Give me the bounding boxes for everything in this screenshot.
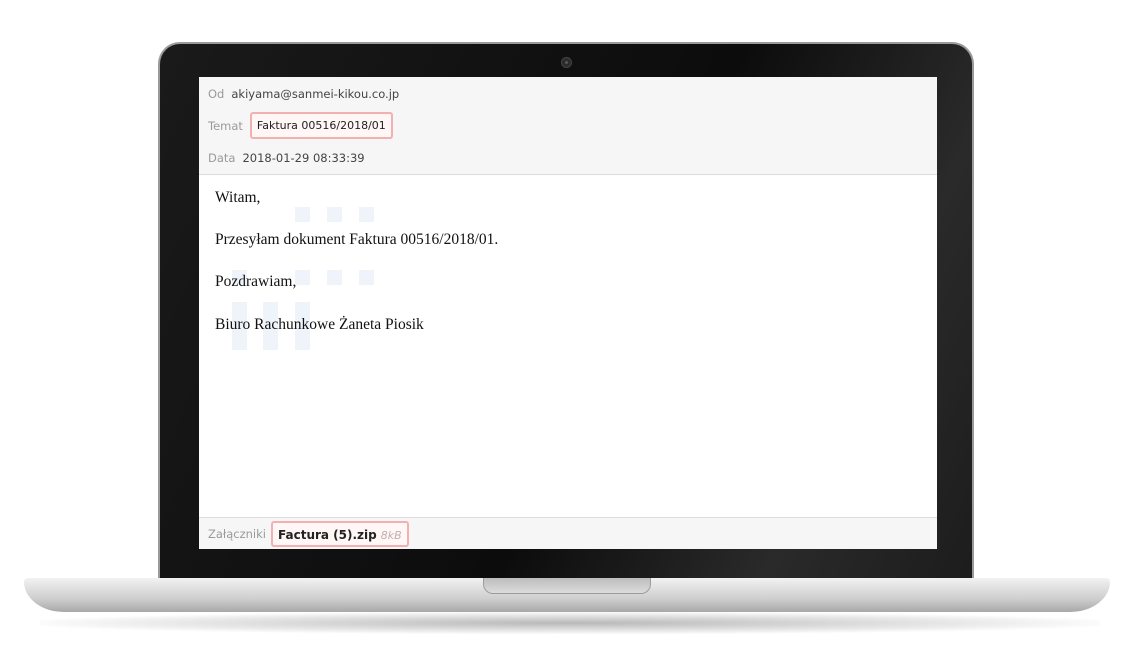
ghost-tile xyxy=(327,270,342,285)
from-address[interactable]: akiyama@sanmei-kikou.co.jp xyxy=(231,87,399,101)
subject-label: Temat xyxy=(208,118,243,133)
subject-row: Temat Faktura 00516/2018/01 xyxy=(208,112,393,139)
body-greeting: Witam, xyxy=(215,189,261,206)
body-closing: Pozdrawiam, xyxy=(215,273,297,290)
body-signature: Biuro Rachunkowe Żaneta Piosik xyxy=(215,316,424,333)
laptop-shadow xyxy=(40,612,1100,634)
ghost-tile xyxy=(295,207,310,222)
laptop-notch xyxy=(483,578,651,594)
from-label: Od xyxy=(208,87,225,101)
from-row: Od akiyama@sanmei-kikou.co.jp xyxy=(208,87,399,101)
body-line: Przesyłam dokument Faktura 00516/2018/01… xyxy=(215,231,499,248)
attachment-size: 8kB xyxy=(380,528,402,542)
ghost-tile xyxy=(295,270,310,285)
attachments-bar: Załączniki Factura (5).zip 8kB xyxy=(199,517,937,549)
email-viewer: Od akiyama@sanmei-kikou.co.jp Temat Fakt… xyxy=(199,77,937,549)
webcam-icon xyxy=(561,57,572,68)
date-label: Data xyxy=(208,151,236,165)
email-header: Od akiyama@sanmei-kikou.co.jp Temat Fakt… xyxy=(199,77,937,175)
date-value: 2018-01-29 08:33:39 xyxy=(242,151,365,165)
attachment-chip[interactable]: Factura (5).zip 8kB xyxy=(271,521,409,547)
ghost-tile xyxy=(359,207,374,222)
subject-value: Faktura 00516/2018/01 xyxy=(249,112,393,139)
attachment-name[interactable]: Factura (5).zip xyxy=(278,528,377,542)
date-row: Data 2018-01-29 08:33:39 xyxy=(208,151,365,165)
ghost-tile xyxy=(359,270,374,285)
ghost-tile xyxy=(327,207,342,222)
attachments-label: Załączniki xyxy=(208,527,266,541)
